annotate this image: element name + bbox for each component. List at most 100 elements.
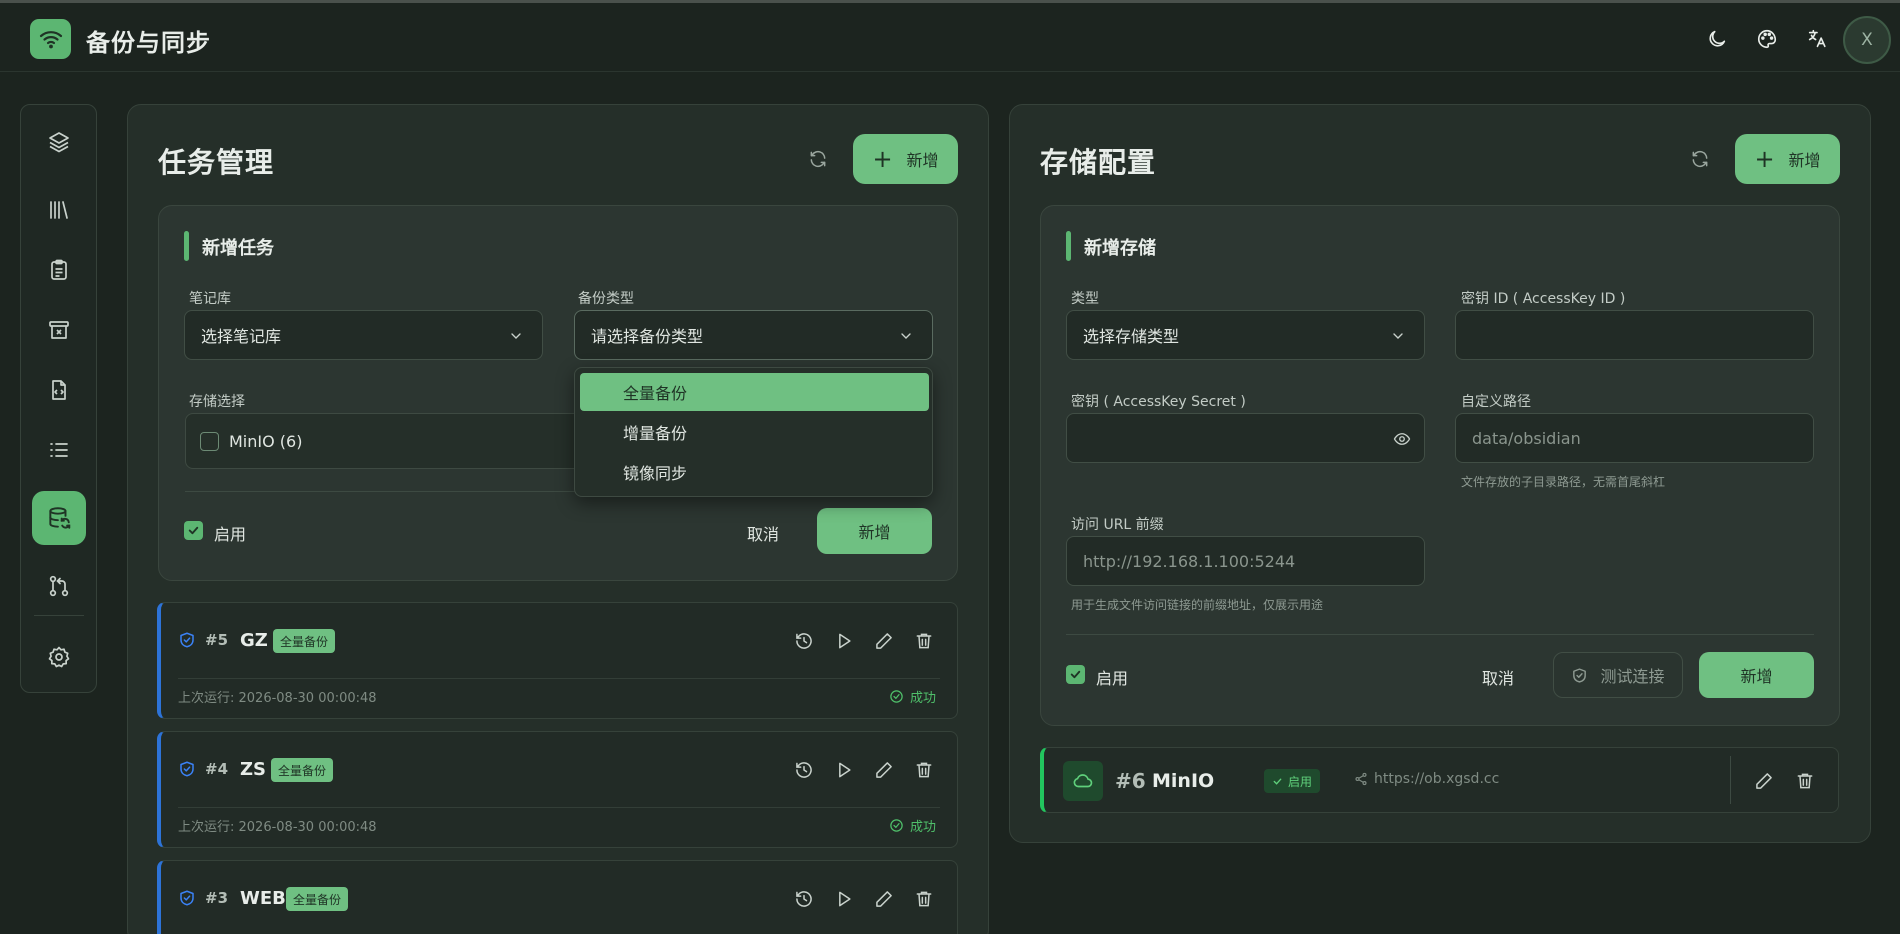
url-label: 访问 URL 前缀 [1071, 517, 1164, 533]
check-icon [1273, 778, 1282, 785]
storage-number: #6 [1115, 769, 1146, 793]
refresh-icon[interactable] [802, 143, 834, 175]
task-name: GZ [240, 630, 268, 651]
share-icon [1355, 772, 1367, 786]
enabled-checkbox[interactable] [1066, 665, 1085, 684]
database-sync-icon [49, 507, 71, 529]
url-input[interactable]: http://192.168.1.100:5244 [1066, 536, 1425, 586]
add-task-button[interactable]: + 新增 [853, 134, 958, 184]
backup-type-badge: 全量备份 [286, 887, 349, 911]
edit-icon[interactable] [871, 628, 897, 654]
storage-select-label: 存储选择 [189, 394, 245, 410]
task-number: #4 [205, 760, 229, 778]
history-icon[interactable] [791, 628, 817, 654]
play-icon[interactable] [831, 757, 857, 783]
dropdown-option-mirror[interactable]: 镜像同步 [580, 453, 929, 491]
check-icon [188, 526, 199, 535]
path-label: 自定义路径 [1461, 394, 1531, 410]
chevron-down-icon [1393, 333, 1403, 339]
page-title: 存储配置 [1040, 146, 1157, 179]
avatar[interactable]: X [1843, 16, 1891, 64]
refresh-icon[interactable] [1684, 143, 1716, 175]
status-badge: 启用 [1264, 769, 1321, 793]
status-badge: 成功 [889, 687, 936, 706]
sidebar-item-list[interactable] [32, 423, 86, 477]
submit-task-button[interactable]: 新增 [817, 508, 932, 554]
task-divider [178, 807, 940, 808]
secret-input[interactable] [1066, 413, 1425, 463]
submit-storage-button[interactable]: 新增 [1699, 652, 1814, 698]
dropdown-option-incremental[interactable]: 增量备份 [580, 413, 929, 451]
shield-check-icon [180, 890, 194, 906]
library-icon [50, 201, 68, 219]
sidebar-item-settings[interactable] [32, 630, 86, 684]
translate-icon[interactable] [1801, 23, 1833, 55]
eye-icon[interactable] [1392, 430, 1412, 448]
storage-url[interactable]: https://ob.xgsd.cc [1354, 771, 1499, 787]
task-number: #3 [205, 889, 229, 907]
edit-icon[interactable] [1751, 768, 1777, 794]
path-input[interactable]: data/obsidian [1455, 413, 1814, 463]
play-icon[interactable] [831, 628, 857, 654]
storage-type-select[interactable]: 选择存储类型 [1066, 310, 1425, 360]
task-item[interactable]: #4 ZS 全量备份 上次运行: 2026-08-30 00:00:48 成功 [157, 731, 958, 848]
backup-type-select[interactable]: 请选择备份类型 [574, 310, 933, 360]
play-icon[interactable] [831, 886, 857, 912]
palette-icon[interactable] [1751, 23, 1783, 55]
moon-icon[interactable] [1701, 23, 1733, 55]
url-hint: 用于生成文件访问链接的前缀地址，仅展示用途 [1071, 598, 1324, 612]
test-connection-button[interactable]: 测试连接 [1553, 652, 1683, 698]
task-item[interactable]: #3 WEB 全量备份 [157, 860, 958, 934]
task-name: WEB [240, 888, 286, 909]
sidebar-item-library[interactable] [32, 183, 86, 237]
wifi-icon[interactable] [30, 19, 71, 59]
sidebar-item-database-sync[interactable] [32, 491, 86, 545]
backup-type-badge: 全量备份 [273, 629, 336, 653]
sidebar-item-clipboard[interactable] [32, 243, 86, 297]
check-circle-icon [890, 819, 903, 832]
task-divider [178, 678, 940, 679]
storage-checkbox[interactable] [200, 432, 219, 451]
enabled-label: 启用 [214, 525, 247, 544]
sidebar-item-code-file[interactable] [32, 363, 86, 417]
page-title: 任务管理 [158, 146, 275, 179]
check-icon [1070, 670, 1081, 679]
trash-icon[interactable] [911, 628, 937, 654]
sidebar-item-archive[interactable] [32, 303, 86, 357]
history-icon[interactable] [791, 886, 817, 912]
dropdown-option-full[interactable]: 全量备份 [580, 373, 929, 411]
add-storage-button[interactable]: + 新增 [1735, 134, 1840, 184]
form-divider [1066, 634, 1814, 635]
edit-icon[interactable] [871, 886, 897, 912]
form-title: 新增任务 [184, 231, 274, 261]
cancel-button[interactable]: 取消 [1482, 665, 1514, 689]
task-name: ZS [240, 759, 267, 780]
settings-icon [48, 646, 70, 668]
cancel-button[interactable]: 取消 [747, 521, 779, 545]
backup-type-badge: 全量备份 [271, 758, 334, 782]
git-pull-request-icon [49, 575, 69, 597]
enabled-checkbox[interactable] [184, 521, 203, 540]
cloud-icon [1063, 761, 1103, 801]
archive-icon [49, 321, 69, 339]
history-icon[interactable] [791, 757, 817, 783]
chevron-down-icon [901, 333, 911, 339]
clipboard-icon [51, 259, 67, 280]
sidebar-item-git-pull-request[interactable] [32, 559, 86, 613]
path-hint: 文件存放的子目录路径，无需首尾斜杠 [1461, 475, 1666, 489]
task-item[interactable]: #5 GZ 全量备份 上次运行: 2026-08-30 00:00:48 成功 [157, 602, 958, 719]
layers-icon [49, 132, 69, 153]
access-key-input[interactable] [1455, 310, 1814, 360]
list-icon [50, 443, 68, 457]
trash-icon[interactable] [911, 757, 937, 783]
storage-item[interactable]: #6 MinIO 启用 https://ob.xgsd.cc [1040, 747, 1839, 813]
secret-label: 密钥 ( AccessKey Secret ) [1071, 394, 1246, 410]
sidebar-divider [34, 615, 84, 616]
last-run-time: 上次运行: 2026-08-30 00:00:48 [178, 820, 377, 835]
trash-icon[interactable] [911, 886, 937, 912]
sidebar-item-layers[interactable] [32, 115, 86, 169]
trash-icon[interactable] [1792, 768, 1818, 794]
edit-icon[interactable] [871, 757, 897, 783]
sidebar [20, 104, 97, 693]
vault-select[interactable]: 选择笔记库 [184, 310, 543, 360]
